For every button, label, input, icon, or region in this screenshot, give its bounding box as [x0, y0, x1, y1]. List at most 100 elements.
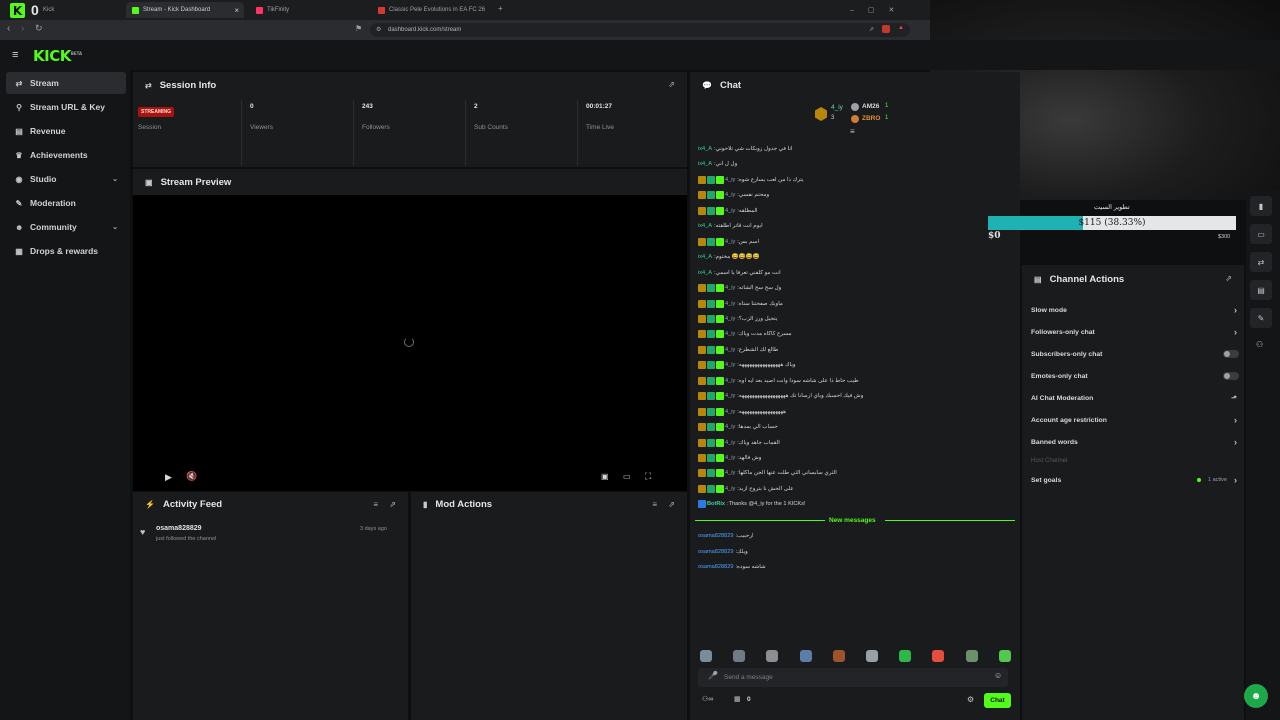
- share-icon[interactable]: ⇗: [869, 26, 874, 33]
- channel-action-subscribers-only-chat[interactable]: Subscribers-only chat: [1031, 345, 1239, 363]
- emote-icon[interactable]: [832, 650, 845, 662]
- channel-action-account-age-restriction[interactable]: Account age restriction ›: [1031, 411, 1239, 429]
- filter-icon[interactable]: ≡: [373, 500, 378, 509]
- top-user-name[interactable]: AM26: [862, 103, 879, 110]
- collapse-icon[interactable]: ≡: [850, 127, 855, 136]
- url-field[interactable]: ⚙ dashboard.kick.com/stream ⇗ ▲: [370, 23, 910, 37]
- chat-username[interactable]: 4_iy: [725, 455, 735, 461]
- toggle-switch[interactable]: [1223, 350, 1239, 358]
- sidebar-item-stream[interactable]: ⇄ Stream: [6, 72, 126, 94]
- chat-username[interactable]: 4_iy: [725, 470, 735, 476]
- sidebar-item-moderation[interactable]: ✎ Moderation: [6, 192, 126, 214]
- sidebar-item-stream-url-key[interactable]: ⚲ Stream URL & Key: [6, 96, 126, 118]
- activity-user[interactable]: osama828829: [156, 525, 202, 532]
- kick-logo[interactable]: KICKBETA: [33, 47, 82, 65]
- settings-icon[interactable]: ⚙: [967, 695, 974, 704]
- chat-username[interactable]: 4_iy: [725, 362, 735, 368]
- chat-username[interactable]: 4_iy: [725, 192, 735, 198]
- emote-icon[interactable]: [733, 650, 746, 662]
- chat-username[interactable]: 4_iy: [725, 409, 735, 415]
- rail-clip-icon[interactable]: ▮: [1250, 196, 1272, 216]
- chat-username[interactable]: 4_iy: [725, 208, 735, 214]
- tab-tikfinity[interactable]: TikFinity: [250, 2, 368, 18]
- channel-action-followers-only-chat[interactable]: Followers-only chat ›: [1031, 323, 1239, 341]
- tab-stream-dashboard[interactable]: Stream - Kick Dashboard ×: [126, 2, 244, 18]
- sidebar-item-revenue[interactable]: ▤ Revenue: [6, 120, 126, 142]
- chat-username[interactable]: 4_iy: [725, 316, 735, 322]
- tab-kick[interactable]: Kick: [37, 2, 122, 18]
- chat-username[interactable]: 4_iy: [725, 424, 735, 430]
- channel-action-set-goals[interactable]: Set goals 1 active ›: [1031, 471, 1239, 489]
- rail-chat-icon[interactable]: ▭: [1250, 224, 1272, 244]
- chat-username[interactable]: 4_iy: [725, 177, 735, 183]
- sidebar-item-community[interactable]: ☻ Community ⌄: [6, 216, 126, 238]
- chat-username[interactable]: 4_iy: [725, 239, 735, 245]
- chat-username[interactable]: 4_iy: [725, 393, 735, 399]
- tab-youtube[interactable]: Classic Pele Evolutions in EA FC 26: [372, 2, 494, 18]
- back-icon[interactable]: ‹: [7, 23, 10, 34]
- top-user-name[interactable]: ZBRO: [862, 115, 880, 122]
- rail-share-icon[interactable]: ⚇: [1256, 340, 1263, 349]
- sidebar-item-studio[interactable]: ◉ Studio ⌄: [6, 168, 126, 190]
- chat-input-placeholder[interactable]: Send a message: [724, 674, 773, 681]
- chat-username[interactable]: osama828829: [698, 549, 733, 555]
- chat-username[interactable]: 4_iy: [725, 285, 735, 291]
- channel-action-emotes-only-chat[interactable]: Emotes-only chat: [1031, 367, 1239, 385]
- popout-icon[interactable]: ⇗: [389, 500, 396, 509]
- microphone-icon[interactable]: 🎤: [708, 671, 718, 680]
- chat-username[interactable]: 4_iy: [725, 331, 735, 337]
- chat-username[interactable]: osama828829: [698, 533, 733, 539]
- chat-username[interactable]: ix4_A: [698, 161, 712, 167]
- forward-icon[interactable]: ›: [21, 23, 24, 34]
- emote-icon[interactable]: [766, 650, 779, 662]
- emote-icon[interactable]: [799, 650, 812, 662]
- bookmark-icon[interactable]: ⚑: [355, 24, 362, 33]
- mute-icon[interactable]: 🔇: [186, 471, 197, 482]
- chat-username[interactable]: osama828829: [698, 564, 733, 570]
- chat-username[interactable]: ix4_A: [698, 254, 712, 260]
- emote-icon[interactable]: [932, 650, 945, 662]
- chat-username[interactable]: ix4_A: [698, 223, 712, 229]
- help-chat-icon[interactable]: ☻: [1244, 684, 1268, 708]
- menu-icon[interactable]: ≡: [12, 49, 18, 61]
- alert-icon[interactable]: ▲: [898, 25, 904, 31]
- chat-username[interactable]: 4_iy: [725, 440, 735, 446]
- chat-username[interactable]: BotRix: [707, 501, 725, 507]
- channel-action-banned-words[interactable]: Banned words ›: [1031, 433, 1239, 451]
- channel-action-ai-chat-moderation[interactable]: AI Chat Moderation ⬏: [1031, 389, 1239, 407]
- reload-icon[interactable]: ↻: [35, 23, 43, 34]
- extension-icon[interactable]: [882, 25, 890, 33]
- popout-icon[interactable]: ⇗: [668, 80, 675, 89]
- theater-icon[interactable]: ▭: [623, 472, 631, 481]
- new-tab-button[interactable]: +: [498, 4, 503, 13]
- chat-username[interactable]: 4_iy: [725, 378, 735, 384]
- pip-icon[interactable]: ▣: [601, 472, 609, 481]
- chat-username[interactable]: 4_iy: [725, 301, 735, 307]
- channel-action-slow-mode[interactable]: Slow mode ›: [1031, 301, 1239, 319]
- close-icon[interactable]: ×: [234, 6, 239, 15]
- filter-icon[interactable]: ≡: [652, 500, 657, 509]
- users-icon[interactable]: ⚇∞: [702, 695, 713, 703]
- rail-list-icon[interactable]: ▤: [1250, 280, 1272, 300]
- rail-link-icon[interactable]: ⇄: [1250, 252, 1272, 272]
- top-user-name[interactable]: 4_iy: [831, 104, 843, 111]
- emote-icon[interactable]: [700, 650, 712, 662]
- play-icon[interactable]: ▶: [165, 472, 172, 483]
- sidebar-item-achievements[interactable]: ♛ Achievements: [6, 144, 126, 166]
- chat-username[interactable]: 4_iy: [725, 486, 735, 492]
- emote-icon[interactable]: [965, 650, 978, 662]
- emote-icon[interactable]: [899, 650, 912, 662]
- gift-icon[interactable]: ▦: [734, 695, 741, 703]
- emote-icon[interactable]: [998, 650, 1011, 662]
- chat-username[interactable]: 4_iy: [725, 347, 735, 353]
- emote-icon[interactable]: [866, 650, 878, 662]
- toggle-switch[interactable]: [1223, 372, 1239, 380]
- chat-send-button[interactable]: Chat: [984, 693, 1011, 708]
- popout-icon[interactable]: ⇗: [1225, 274, 1232, 283]
- chat-username[interactable]: ix4_A: [698, 270, 712, 276]
- chat-username[interactable]: ix4_A: [698, 146, 712, 152]
- emoji-icon[interactable]: ☺: [994, 671, 1002, 680]
- fullscreen-icon[interactable]: ⛶: [645, 471, 651, 482]
- sidebar-item-drops-rewards[interactable]: ▦ Drops & rewards: [6, 240, 126, 262]
- popout-icon[interactable]: ⇗: [668, 500, 675, 509]
